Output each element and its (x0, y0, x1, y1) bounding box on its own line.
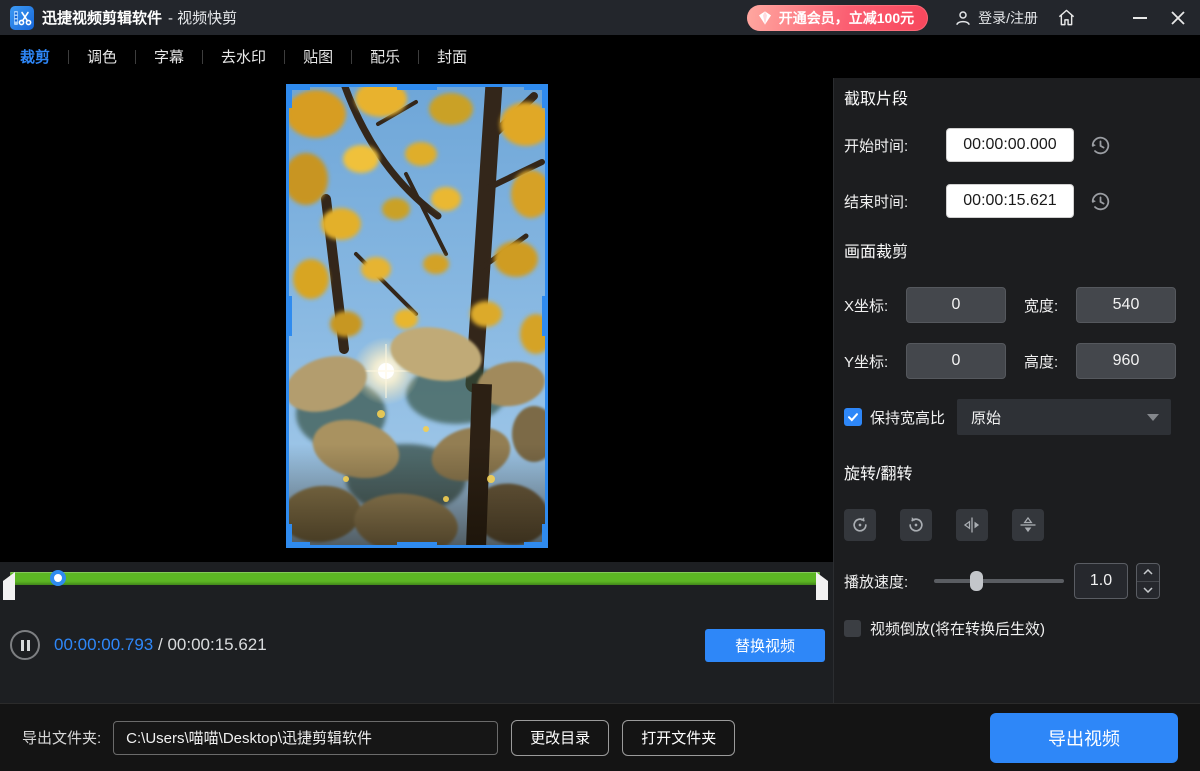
pause-button[interactable] (10, 630, 40, 660)
app-window: 迅捷视频剪辑软件 - 视频快剪 开通会员，立减100元 登录/注册 (0, 0, 1200, 771)
export-path-input[interactable] (113, 721, 498, 755)
crop-handle-top-right[interactable] (524, 84, 548, 108)
crop-handle-top-left[interactable] (286, 84, 310, 108)
login-label: 登录/注册 (978, 8, 1038, 28)
clip-section-title: 截取片段 (844, 90, 1182, 110)
reverse-video-label: 视频倒放(将在转换后生效) (870, 618, 1045, 639)
end-time-input[interactable] (946, 184, 1074, 218)
crop-handle-top[interactable] (397, 84, 437, 90)
tab-color[interactable]: 调色 (69, 46, 135, 67)
trim-handle-end[interactable] (816, 572, 828, 600)
rotate-ccw-icon (906, 515, 926, 535)
export-bar: 导出文件夹: 更改目录 打开文件夹 导出视频 (0, 703, 1200, 771)
y-coord-label: Y坐标: (844, 351, 906, 372)
width-label: 宽度: (1024, 295, 1076, 316)
tool-tabbar: 裁剪 调色 字幕 去水印 贴图 配乐 封面 (0, 35, 1200, 78)
start-time-history-icon[interactable] (1088, 133, 1113, 158)
settings-panel: 截取片段 开始时间: 结束时间: (834, 78, 1200, 703)
chevron-down-icon (1147, 414, 1159, 421)
crop-handle-bottom-right[interactable] (524, 524, 548, 548)
crop-handle-bottom-left[interactable] (286, 524, 310, 548)
reverse-video-checkbox[interactable] (844, 620, 861, 637)
tab-crop[interactable]: 裁剪 (2, 46, 68, 67)
start-time-input[interactable] (946, 128, 1074, 162)
speed-spinner (1136, 563, 1160, 599)
end-time-label: 结束时间: (844, 191, 924, 212)
crop-handle-bottom[interactable] (397, 542, 437, 548)
preview-column: 00:00:00.793 / 00:00:15.621 替换视频 (0, 78, 834, 703)
speed-increase-button[interactable] (1137, 564, 1159, 581)
width-input[interactable] (1076, 287, 1176, 323)
aspect-ratio-value: 原始 (971, 407, 1147, 428)
y-coord-input[interactable] (906, 343, 1006, 379)
app-title: 迅捷视频剪辑软件 (42, 7, 162, 28)
rotate-cw-icon (850, 515, 870, 535)
time-display: 00:00:00.793 / 00:00:15.621 (54, 635, 267, 655)
open-folder-button[interactable]: 打开文件夹 (622, 720, 735, 756)
titlebar: 迅捷视频剪辑软件 - 视频快剪 开通会员，立减100元 登录/注册 (0, 0, 1200, 35)
gem-icon (757, 10, 773, 26)
rotate-clockwise-button[interactable] (844, 509, 876, 541)
crop-section-title: 画面裁剪 (844, 243, 1182, 263)
speed-slider-track[interactable] (934, 579, 1064, 583)
tab-watermark[interactable]: 去水印 (203, 46, 284, 67)
change-directory-button[interactable]: 更改目录 (511, 720, 609, 756)
end-time-history-icon[interactable] (1088, 189, 1113, 214)
vip-label: 开通会员，立减100元 (779, 8, 914, 28)
close-button[interactable] (1168, 8, 1188, 28)
app-logo-icon (10, 6, 34, 30)
height-input[interactable] (1076, 343, 1176, 379)
user-icon (954, 9, 972, 27)
speed-decrease-button[interactable] (1137, 581, 1159, 599)
time-separator: / (153, 635, 167, 654)
video-preview-area (0, 78, 833, 562)
crop-handle-right[interactable] (542, 296, 548, 336)
keep-ratio-label: 保持宽高比 (870, 407, 945, 428)
height-label: 高度: (1024, 351, 1076, 372)
speed-label: 播放速度: (844, 571, 928, 592)
crop-selection-box[interactable] (286, 84, 548, 548)
timeline[interactable] (0, 562, 833, 610)
flip-vertical-icon (1018, 515, 1038, 535)
flip-vertical-button[interactable] (1012, 509, 1044, 541)
replace-video-button[interactable]: 替换视频 (705, 629, 825, 662)
speed-value[interactable]: 1.0 (1074, 563, 1128, 599)
current-time: 00:00:00.793 (54, 635, 153, 654)
check-icon (847, 411, 859, 423)
crop-handle-left[interactable] (286, 296, 292, 336)
vip-upgrade-button[interactable]: 开通会员，立减100元 (747, 5, 928, 31)
trim-handle-start[interactable] (3, 572, 15, 600)
timeline-track[interactable] (10, 572, 820, 585)
x-coord-input[interactable] (906, 287, 1006, 323)
login-register[interactable]: 登录/注册 (954, 8, 1038, 28)
transport-controls: 00:00:00.793 / 00:00:15.621 替换视频 (0, 610, 833, 680)
menu-icon[interactable] (1094, 8, 1112, 28)
tab-sticker[interactable]: 贴图 (285, 46, 351, 67)
total-time: 00:00:15.621 (167, 635, 266, 654)
tab-cover[interactable]: 封面 (419, 46, 485, 67)
minimize-button[interactable] (1130, 8, 1150, 28)
export-video-button[interactable]: 导出视频 (990, 713, 1178, 763)
speed-slider[interactable] (934, 571, 1064, 591)
video-preview-frame[interactable] (286, 84, 548, 548)
app-subtitle: - 视频快剪 (168, 7, 237, 28)
rotate-counterclockwise-button[interactable] (900, 509, 932, 541)
keep-ratio-checkbox[interactable] (844, 408, 862, 426)
speed-slider-handle[interactable] (970, 571, 983, 591)
playhead[interactable] (50, 570, 66, 586)
start-time-label: 开始时间: (844, 135, 924, 156)
home-icon[interactable] (1056, 8, 1076, 28)
flip-horizontal-button[interactable] (956, 509, 988, 541)
tab-music[interactable]: 配乐 (352, 46, 418, 67)
tab-subtitle[interactable]: 字幕 (136, 46, 202, 67)
x-coord-label: X坐标: (844, 295, 906, 316)
rotate-section-title: 旋转/翻转 (844, 465, 1182, 485)
flip-horizontal-icon (962, 515, 982, 535)
aspect-ratio-dropdown[interactable]: 原始 (957, 399, 1171, 435)
export-folder-label: 导出文件夹: (22, 727, 101, 748)
